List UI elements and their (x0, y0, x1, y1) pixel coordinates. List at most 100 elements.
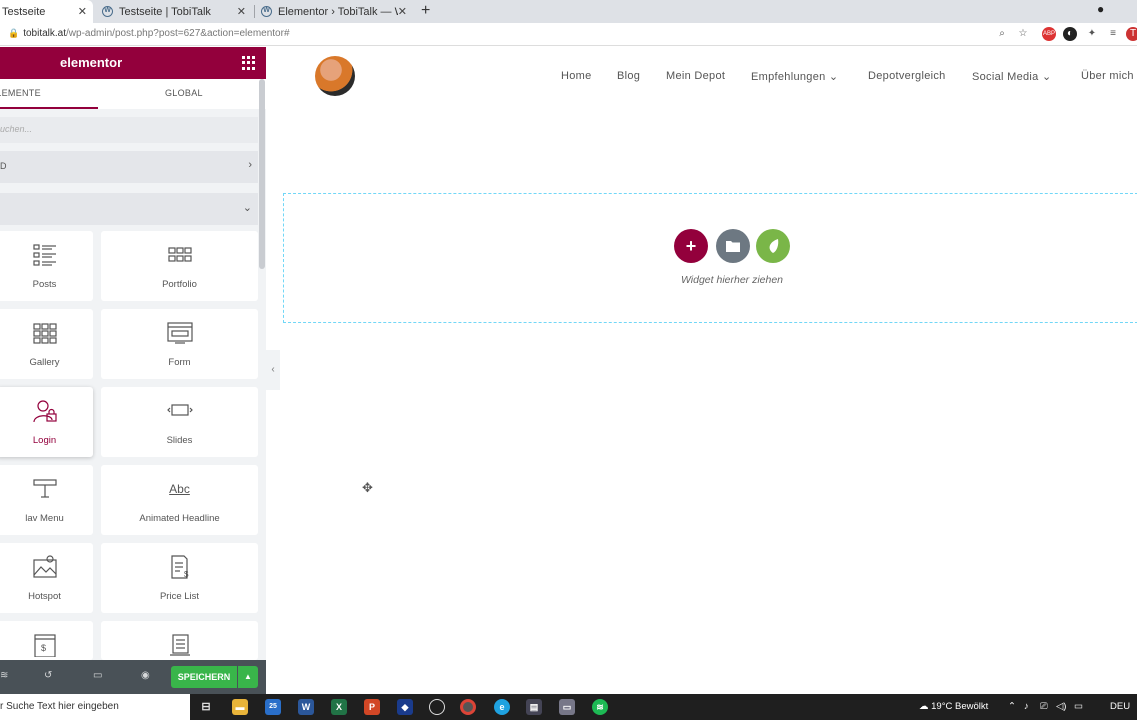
add-section-button[interactable]: + (674, 229, 708, 263)
spotify-icon[interactable]: ≋ (592, 699, 608, 715)
close-icon[interactable]: ✕ (237, 5, 246, 18)
save-button[interactable]: SPEICHERN (171, 666, 237, 688)
nav-empfehlungen[interactable]: Empfehlungen ⌄ (751, 70, 838, 83)
tab-testseite-tobitalk[interactable]: W Testseite | TobiTalk ✕ (102, 0, 252, 23)
widget-nav-menu[interactable]: lav Menu (0, 465, 93, 535)
chevron-right-icon: › (248, 159, 252, 171)
panel-header: elementor (0, 47, 266, 79)
app-icon-3[interactable]: ▭ (559, 699, 575, 715)
tab-elementor[interactable]: W Elementor › TobiTalk — WordPre ✕ (261, 0, 413, 23)
bookmark-list-icon[interactable]: ≡ (1106, 27, 1120, 41)
nav-mein-depot[interactable]: Mein Depot (666, 70, 725, 82)
widget-label: Price List (159, 591, 200, 602)
hotspot-icon (32, 555, 57, 578)
slides-icon (166, 404, 193, 416)
widget-price-table[interactable]: $ (0, 621, 93, 660)
widget-slides[interactable]: Slides (101, 387, 258, 457)
tab-testseite[interactable]: Testseite ✕ (0, 0, 93, 23)
widget-portfolio[interactable]: Portfolio (101, 231, 258, 301)
close-icon[interactable]: ✕ (398, 5, 407, 18)
profile-menu-icon[interactable]: ● (1097, 2, 1104, 16)
excel-icon[interactable]: X (331, 699, 347, 715)
widget-animated-headline[interactable]: Abc Animated Headline (101, 465, 258, 535)
tray-chevron-icon[interactable]: ⌃ (1008, 701, 1016, 712)
zoom-icon[interactable]: ⌕ (995, 27, 1009, 41)
navigator-icon[interactable]: ≋ (0, 670, 8, 681)
widget-search-input[interactable]: Suchen... (0, 117, 258, 143)
mail-icon[interactable]: 25 (265, 699, 281, 715)
powerpoint-icon[interactable]: P (364, 699, 380, 715)
widget-label: Slides (166, 435, 193, 446)
url-field[interactable]: 🔒 tobitalk.at/wp-admin/post.php?post=627&… (8, 28, 290, 39)
nav-ueber-mich[interactable]: Über mich (1081, 70, 1134, 82)
widget-price-list[interactable]: $ Price List (101, 543, 258, 613)
weather-widget[interactable]: ☁ 19°C Bewölkt (919, 701, 988, 712)
app-icon-2[interactable]: ▤ (526, 699, 542, 715)
extension-icon[interactable]: ◐ (1063, 27, 1077, 41)
panel-scrollbar[interactable] (259, 79, 265, 269)
responsive-mode-icon[interactable]: ▭ (93, 670, 102, 681)
wordpress-icon: W (102, 6, 113, 17)
app-icon[interactable]: ◆ (397, 699, 413, 715)
widget-label: Form (168, 357, 191, 368)
widget-form[interactable]: Form (101, 309, 258, 379)
nav-depotvergleich[interactable]: Depotvergleich (868, 70, 946, 82)
language-indicator[interactable]: DEU (1110, 701, 1130, 712)
new-tab-button[interactable]: + (421, 2, 430, 20)
leaf-icon (769, 239, 779, 253)
tab-global[interactable]: GLOBAL (165, 88, 203, 98)
address-bar[interactable]: 🔒 tobitalk.at/wp-admin/post.php?post=627&… (0, 23, 1137, 46)
nav-home[interactable]: Home (561, 70, 592, 82)
adblock-icon[interactable]: ABP (1042, 27, 1056, 41)
widgets-grid-icon[interactable] (242, 56, 256, 70)
price-table-icon: $ (33, 634, 56, 657)
widget-hotspot[interactable]: Hotspot (0, 543, 93, 613)
empty-section-dropzone[interactable] (283, 193, 1137, 323)
widget-login[interactable]: Login (0, 387, 93, 457)
lock-icon: 🔒 (8, 28, 20, 38)
close-icon[interactable]: ✕ (78, 5, 87, 18)
microphone-icon[interactable]: ♪ (1024, 701, 1029, 712)
widget-label: Animated Headline (139, 513, 220, 524)
clock-app-icon[interactable] (429, 699, 445, 715)
word-icon[interactable]: W (298, 699, 314, 715)
envato-kit-button[interactable] (756, 229, 790, 263)
history-icon[interactable]: ↺ (44, 670, 52, 681)
url-host: tobitalk.at (23, 28, 67, 39)
nav-blog[interactable]: Blog (617, 70, 640, 82)
collapse-panel-handle[interactable]: ‹ (266, 350, 280, 390)
move-cursor-icon: ✥ (362, 480, 373, 495)
active-tab-indicator (0, 107, 98, 109)
chrome-icon[interactable] (460, 699, 476, 715)
widget-flip-box[interactable] (101, 621, 258, 660)
save-options-button[interactable]: ▲ (238, 666, 258, 688)
nav-social-media[interactable]: Social Media ⌄ (972, 70, 1051, 83)
svg-text:$: $ (184, 570, 189, 579)
widget-posts[interactable]: Posts (0, 231, 93, 301)
taskbar-search-input[interactable]: r Suche Text hier eingeben (0, 694, 190, 720)
add-template-button[interactable] (716, 229, 750, 263)
bookmark-star-icon[interactable]: ☆ (1016, 27, 1030, 41)
price-list-icon: $ (170, 555, 189, 579)
tab-elements[interactable]: ELEMENTE (0, 88, 41, 98)
preview-eye-icon[interactable]: ◉ (141, 670, 150, 681)
edge-icon[interactable]: e (494, 699, 510, 715)
chevron-down-icon: ⌄ (242, 202, 252, 214)
file-explorer-icon[interactable]: ▬ (232, 699, 248, 715)
site-logo[interactable] (315, 56, 355, 96)
avatar[interactable]: T (1126, 27, 1137, 41)
category-label: D (0, 161, 7, 171)
widget-gallery[interactable]: Gallery (0, 309, 93, 379)
volume-icon[interactable]: ◁) (1056, 701, 1066, 712)
posts-icon (32, 244, 56, 266)
tab-label: Elementor › TobiTalk — WordPre (278, 5, 398, 18)
extensions-puzzle-icon[interactable]: ✦ (1085, 27, 1099, 41)
category-pro-elements[interactable]: ⌄ (0, 193, 258, 225)
flip-box-icon (169, 634, 190, 656)
task-view-icon[interactable]: ⊟ (198, 699, 214, 715)
weather-text: 19°C Bewölkt (931, 701, 989, 712)
network-icon[interactable]: ⎚ (1040, 701, 1048, 712)
notification-icon[interactable]: ▭ (1074, 701, 1083, 712)
tab-label: Testseite (2, 5, 46, 18)
category-pro[interactable]: D › (0, 151, 258, 183)
